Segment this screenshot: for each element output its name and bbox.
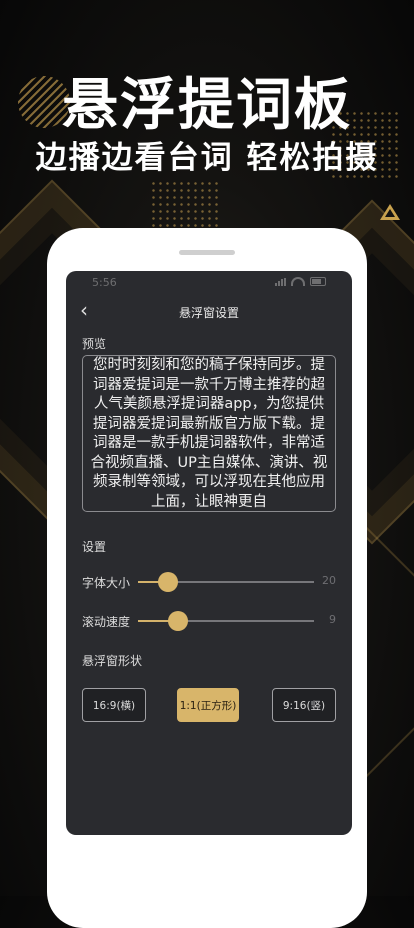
battery-icon (310, 277, 326, 286)
wifi-icon (291, 277, 305, 286)
hero-title: 悬浮提词板 (62, 73, 352, 138)
page-title: 悬浮窗设置 (178, 306, 239, 320)
shape-option-9-16-button[interactable]: 9:16(竖) (272, 688, 336, 722)
font-size-setting: 字体大小 20 (82, 569, 338, 595)
scroll-speed-slider[interactable] (138, 611, 314, 631)
font-size-label: 字体大小 (82, 576, 131, 590)
shape-option-1-1-button[interactable]: 1:1(正方形) (177, 688, 239, 722)
status-bar: 5:56 (66, 271, 352, 293)
scroll-speed-value: 9 (329, 613, 336, 626)
status-time: 5:56 (92, 276, 117, 289)
preview-label: 预览 (82, 337, 107, 351)
settings-label: 设置 (82, 540, 107, 554)
signal-icon (275, 277, 286, 286)
status-icons (275, 277, 326, 286)
shape-option-16-9-button[interactable]: 16:9(横) (82, 688, 146, 722)
app-screen: 5:56 ‹ 悬浮窗设置 预览 您时时刻刻和您的稿子保持同步。提词器爱提词是一款… (66, 271, 352, 835)
font-size-slider-thumb[interactable] (157, 572, 178, 592)
phone-mockup: 5:56 ‹ 悬浮窗设置 预览 您时时刻刻和您的稿子保持同步。提词器爱提词是一款… (47, 228, 367, 928)
preview-text: 您时时刻刻和您的稿子保持同步。提词器爱提词是一款千万博主推荐的超人气美颜悬浮提词… (90, 357, 328, 510)
font-size-slider[interactable] (138, 572, 314, 592)
hero-subtitle: 边播边看台词 轻松拍摄 (35, 140, 379, 176)
font-size-value: 20 (322, 574, 336, 587)
scroll-speed-slider-thumb[interactable] (168, 611, 189, 631)
decorative-triangle-icon (380, 204, 400, 220)
preview-box: 您时时刻刻和您的稿子保持同步。提词器爱提词是一款千万博主推荐的超人气美颜悬浮提词… (82, 355, 336, 512)
scroll-speed-setting: 滚动速度 9 (82, 608, 338, 634)
phone-speaker (179, 250, 235, 255)
scroll-speed-label: 滚动速度 (82, 615, 131, 629)
window-shape-label: 悬浮窗形状 (82, 654, 143, 668)
